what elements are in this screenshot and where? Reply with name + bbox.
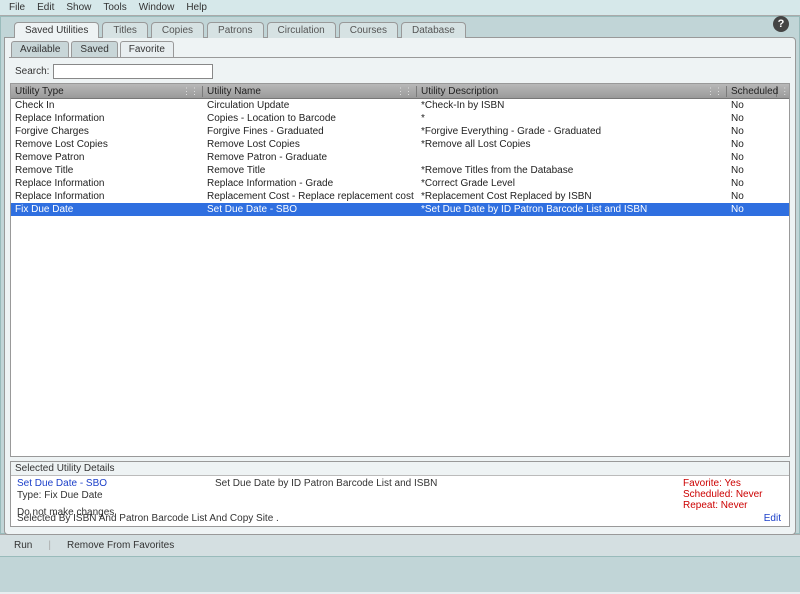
menu-window[interactable]: Window [134, 2, 180, 13]
menu-file[interactable]: File [4, 2, 30, 13]
cell-name: Remove Patron - Graduate [203, 152, 417, 163]
cell-name: Set Due Date - SBO [203, 204, 417, 215]
cell-sched: No [727, 126, 777, 137]
search-row: Search: [9, 58, 791, 83]
tab-available[interactable]: Available [11, 41, 69, 57]
cell-type: Remove Patron [11, 152, 203, 163]
cell-sched: No [727, 191, 777, 202]
selected-utility-details: Selected Utility Details Set Due Date - … [10, 461, 790, 527]
tab-favorite[interactable]: Favorite [120, 41, 174, 57]
menu-show[interactable]: Show [61, 2, 96, 13]
cell-desc: *Remove Titles from the Database [417, 165, 727, 176]
cell-sched: No [727, 204, 777, 215]
cell-type: Replace Information [11, 113, 203, 124]
menu-edit[interactable]: Edit [32, 2, 59, 13]
table-row[interactable]: Check InCirculation Update*Check-In by I… [11, 99, 789, 112]
cell-sched: No [727, 165, 777, 176]
details-favorite: Favorite: Yes [683, 478, 783, 489]
content-area: Saved Utilities Titles Copies Patrons Ci… [0, 16, 800, 534]
details-name: Set Due Date - SBO [17, 478, 215, 489]
cell-desc: *Check-In by ISBN [417, 100, 727, 111]
table-row[interactable]: Replace InformationReplace Information -… [11, 177, 789, 190]
grip-icon: ⋮⋮ [706, 86, 722, 97]
primary-panel: ? Available Saved Favorite Search: Utili… [4, 37, 796, 535]
cell-type: Remove Lost Copies [11, 139, 203, 150]
table-row[interactable]: Replace InformationReplacement Cost - Re… [11, 190, 789, 203]
primary-tabs: Saved Utilities Titles Copies Patrons Ci… [4, 22, 796, 38]
details-type: Type: Fix Due Date [17, 490, 215, 501]
tab-courses[interactable]: Courses [339, 22, 398, 38]
cell-desc: *Forgive Everything - Grade - Graduated [417, 126, 727, 137]
cell-sched: No [727, 152, 777, 163]
col-utility-name[interactable]: Utility Name⋮⋮ [203, 86, 417, 97]
cell-name: Remove Title [203, 165, 417, 176]
utilities-table: Utility Type⋮⋮ Utility Name⋮⋮ Utility De… [10, 83, 790, 457]
grip-icon: ⋮⋮ [182, 86, 198, 97]
run-button[interactable]: Run [8, 540, 38, 551]
cell-type: Forgive Charges [11, 126, 203, 137]
cell-desc: * [417, 113, 727, 124]
secondary-tabs: Available Saved Favorite [5, 38, 795, 57]
cell-type: Check In [11, 100, 203, 111]
cell-name: Replace Information - Grade [203, 178, 417, 189]
cell-sched: No [727, 178, 777, 189]
details-description: Set Due Date by ID Patron Barcode List a… [215, 478, 683, 489]
details-section-title: Selected Utility Details [11, 462, 789, 476]
col-scheduled[interactable]: Scheduled⋮⋮ [727, 86, 777, 97]
tab-copies[interactable]: Copies [151, 22, 204, 38]
cell-type: Fix Due Date [11, 204, 203, 215]
cell-desc: *Replacement Cost Replaced by ISBN [417, 191, 727, 202]
col-utility-type[interactable]: Utility Type⋮⋮ [11, 86, 203, 97]
cell-desc: *Correct Grade Level [417, 178, 727, 189]
col-utility-description[interactable]: Utility Description⋮⋮ [417, 86, 727, 97]
details-selected-by: Selected By ISBN And Patron Barcode List… [17, 513, 279, 524]
cell-name: Circulation Update [203, 100, 417, 111]
table-body: Check InCirculation Update*Check-In by I… [11, 99, 789, 216]
action-bar: Run | Remove From Favorites [0, 534, 800, 556]
cell-sched: No [727, 100, 777, 111]
remove-from-favorites-button[interactable]: Remove From Favorites [61, 540, 180, 551]
grip-icon: ⋮⋮ [396, 86, 412, 97]
menu-tools[interactable]: Tools [98, 2, 131, 13]
table-row[interactable]: Fix Due DateSet Due Date - SBO*Set Due D… [11, 203, 789, 216]
search-input[interactable] [53, 64, 213, 79]
search-label: Search: [15, 66, 49, 77]
menu-help[interactable]: Help [181, 2, 212, 13]
table-header: Utility Type⋮⋮ Utility Name⋮⋮ Utility De… [11, 84, 789, 99]
tab-database[interactable]: Database [401, 22, 466, 38]
grip-icon: ⋮⋮ [780, 86, 790, 97]
cell-sched: No [727, 139, 777, 150]
tab-saved[interactable]: Saved [71, 41, 117, 57]
secondary-panel: Search: Utility Type⋮⋮ Utility Name⋮⋮ Ut… [9, 57, 791, 527]
tab-saved-utilities[interactable]: Saved Utilities [14, 22, 99, 38]
cell-desc: *Remove all Lost Copies [417, 139, 727, 150]
tab-titles[interactable]: Titles [102, 22, 148, 38]
cell-type: Replace Information [11, 178, 203, 189]
separator: | [48, 540, 51, 551]
cell-name: Replacement Cost - Replace replacement c… [203, 191, 417, 202]
table-row[interactable]: Remove Lost CopiesRemove Lost Copies*Rem… [11, 138, 789, 151]
bottom-strip [0, 556, 800, 592]
cell-name: Forgive Fines - Graduated [203, 126, 417, 137]
table-row[interactable]: Replace InformationCopies - Location to … [11, 112, 789, 125]
edit-link[interactable]: Edit [764, 513, 781, 524]
table-row[interactable]: Remove PatronRemove Patron - Graduate No [11, 151, 789, 164]
tab-patrons[interactable]: Patrons [207, 22, 263, 38]
table-row[interactable]: Forgive ChargesForgive Fines - Graduated… [11, 125, 789, 138]
cell-type: Remove Title [11, 165, 203, 176]
cell-desc: *Set Due Date by ID Patron Barcode List … [417, 204, 727, 215]
details-repeat: Repeat: Never [683, 500, 783, 511]
menubar: File Edit Show Tools Window Help [0, 0, 800, 16]
cell-name: Copies - Location to Barcode [203, 113, 417, 124]
cell-type: Replace Information [11, 191, 203, 202]
cell-sched: No [727, 113, 777, 124]
tab-circulation[interactable]: Circulation [267, 22, 336, 38]
details-scheduled: Scheduled: Never [683, 489, 783, 500]
cell-name: Remove Lost Copies [203, 139, 417, 150]
table-row[interactable]: Remove TitleRemove Title*Remove Titles f… [11, 164, 789, 177]
